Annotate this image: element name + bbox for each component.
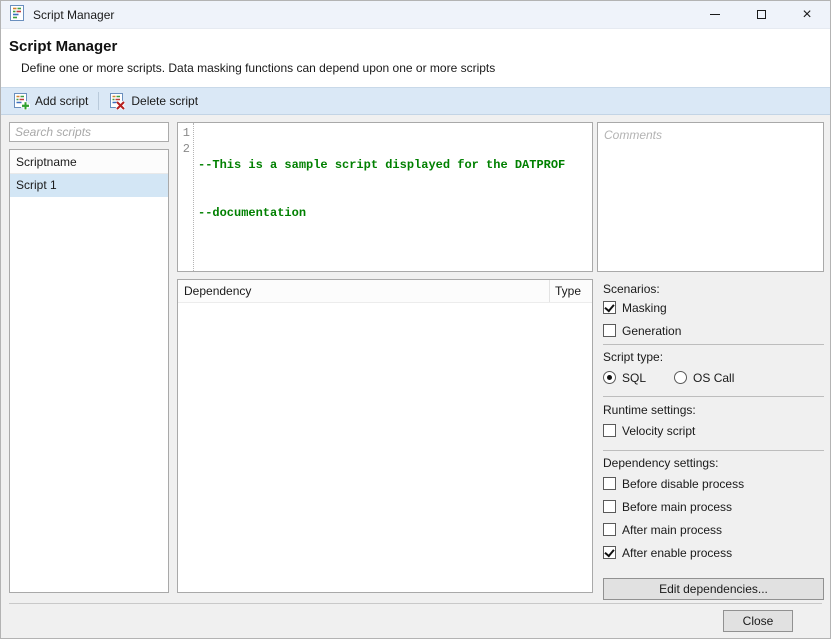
toolbar: Add script Delete script (1, 87, 830, 115)
generation-checkbox[interactable] (603, 324, 616, 337)
dependency-table-header: Dependency Type (178, 280, 592, 303)
after-enable-label: After enable process (622, 546, 732, 560)
close-window-button[interactable]: × (784, 1, 830, 28)
titlebar[interactable]: Script Manager × (1, 1, 830, 29)
toolbar-separator (98, 92, 99, 110)
column-header-dependency[interactable]: Dependency (178, 280, 550, 302)
after-enable-checkbox[interactable] (603, 546, 616, 559)
code-content[interactable]: --This is a sample script displayed for … (194, 123, 592, 271)
after-main-label: After main process (622, 523, 722, 537)
line-number: 2 (178, 141, 190, 157)
search-input[interactable] (9, 122, 169, 142)
divider (603, 396, 824, 397)
comments-panel (597, 122, 824, 272)
delete-script-label: Delete script (131, 94, 198, 108)
before-disable-checkbox-row[interactable]: Before disable process (603, 475, 824, 492)
dependency-table: Dependency Type (177, 279, 593, 593)
masking-label: Masking (622, 301, 667, 315)
page-subtitle: Define one or more scripts. Data masking… (21, 61, 822, 75)
minimize-button[interactable] (692, 1, 738, 28)
after-enable-checkbox-row[interactable]: After enable process (603, 544, 824, 561)
code-editor[interactable]: 1 2 --This is a sample script displayed … (177, 122, 593, 272)
after-main-checkbox-row[interactable]: After main process (603, 521, 824, 538)
close-button[interactable]: Close (723, 610, 793, 632)
velocity-script-checkbox-row[interactable]: Velocity script (603, 422, 824, 439)
comments-input[interactable] (598, 123, 823, 271)
delete-script-button[interactable]: Delete script (102, 90, 205, 113)
masking-checkbox-row[interactable]: Masking (603, 299, 824, 316)
velocity-script-checkbox[interactable] (603, 424, 616, 437)
before-disable-label: Before disable process (622, 477, 744, 491)
minimize-icon (710, 14, 720, 15)
divider (603, 450, 824, 451)
maximize-button[interactable] (738, 1, 784, 28)
os-call-radio[interactable] (674, 371, 687, 384)
close-icon: × (802, 7, 811, 23)
main-area: Scriptname Script 1 1 2 --This is a samp… (1, 115, 830, 603)
window-title: Script Manager (33, 8, 114, 22)
column-header-type[interactable]: Type (550, 280, 592, 302)
dependency-settings-label: Dependency settings: (603, 456, 824, 470)
maximize-icon (757, 10, 766, 19)
dialog-header: Script Manager Define one or more script… (1, 29, 830, 87)
divider (603, 344, 824, 345)
script-list: Scriptname Script 1 (9, 149, 169, 593)
list-item-script-1[interactable]: Script 1 (10, 174, 168, 197)
before-main-checkbox-row[interactable]: Before main process (603, 498, 824, 515)
script-type-radio-group: SQL OS Call (603, 369, 824, 386)
sql-label: SQL (622, 371, 646, 385)
before-disable-checkbox[interactable] (603, 477, 616, 490)
code-line: --This is a sample script displayed for … (198, 157, 592, 173)
script-list-header[interactable]: Scriptname (10, 150, 168, 174)
app-icon (9, 5, 25, 24)
page-title: Script Manager (9, 38, 822, 55)
runtime-settings-label: Runtime settings: (603, 403, 824, 417)
masking-checkbox[interactable] (603, 301, 616, 314)
footer-divider (9, 603, 822, 604)
velocity-script-label: Velocity script (622, 424, 695, 438)
line-number-gutter: 1 2 (178, 123, 194, 271)
before-main-label: Before main process (622, 500, 732, 514)
edit-dependencies-button[interactable]: Edit dependencies... (603, 578, 824, 600)
add-script-button[interactable]: Add script (6, 90, 95, 113)
os-call-label: OS Call (693, 371, 734, 385)
delete-script-icon (109, 93, 126, 110)
before-main-checkbox[interactable] (603, 500, 616, 513)
settings-panel: Scenarios: Masking Generation Script typ… (603, 279, 824, 593)
scenarios-label: Scenarios: (603, 282, 824, 296)
code-line: --documentation (198, 205, 592, 221)
add-script-label: Add script (35, 94, 88, 108)
after-main-checkbox[interactable] (603, 523, 616, 536)
line-number: 1 (178, 125, 190, 141)
sql-radio[interactable] (603, 371, 616, 384)
script-type-label: Script type: (603, 350, 824, 364)
footer: Close (1, 603, 830, 638)
script-manager-window: Script Manager × Script Manager Define o… (0, 0, 831, 639)
generation-label: Generation (622, 324, 681, 338)
add-script-icon (13, 93, 30, 110)
generation-checkbox-row[interactable]: Generation (603, 322, 824, 339)
